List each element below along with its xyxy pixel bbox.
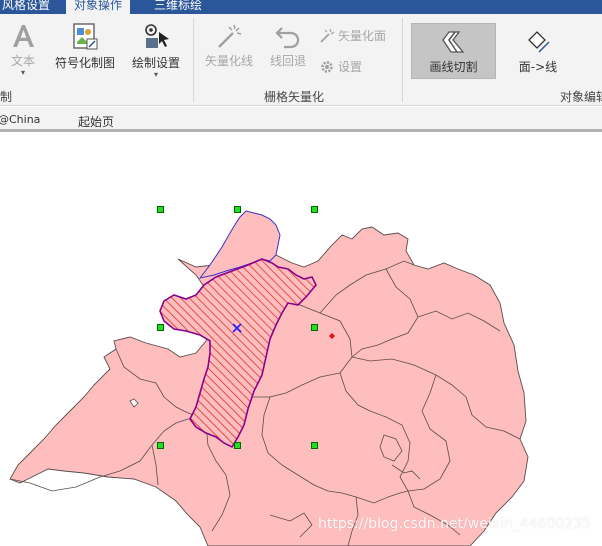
selection-handle[interactable] — [157, 442, 164, 449]
draw-settings-icon — [145, 24, 169, 48]
chevron-down-icon: ▾ — [153, 70, 158, 79]
chevron-down-icon: ▾ — [20, 68, 25, 77]
tab-object-operations[interactable]: 对象操作 — [66, 0, 131, 14]
line-undo-label: 线回退 — [269, 54, 306, 68]
line-cut-label: 画线切割 — [429, 60, 478, 74]
tab-style-settings[interactable]: 风格设置 — [0, 0, 58, 14]
draw-settings-label: 绘制设置 — [131, 56, 180, 70]
selection-handle[interactable] — [157, 206, 164, 213]
tab-3d-plotting[interactable]: 三维标绘 — [146, 0, 210, 14]
line-cut-icon — [441, 31, 464, 53]
selection-handle[interactable] — [311, 442, 318, 449]
raster-settings-button[interactable]: 设置 — [319, 58, 362, 75]
area-to-line-button[interactable]: 面->线 — [504, 28, 572, 75]
magic-wand-icon — [218, 24, 242, 48]
symbolize-icon — [73, 23, 98, 50]
area-to-line-icon — [528, 31, 550, 53]
watermark-text: https://blog.csdn.net/weixin_44600235 — [318, 516, 592, 532]
text-button-label: 文本 — [10, 54, 35, 68]
vectorize-area-button[interactable]: 矢量化面 — [319, 27, 386, 44]
selection-handle[interactable] — [157, 324, 164, 331]
symbolize-map-label: 符号化制图 — [54, 56, 115, 70]
doc-tab-start-page[interactable]: 起始页 — [78, 113, 114, 130]
object-edit-group-label: 对象编辑 — [560, 90, 602, 104]
group-separator — [193, 18, 194, 102]
vectorize-line-button[interactable]: 矢量化线 — [201, 22, 257, 69]
ribbon-tab-strip: 风格设置 对象操作 三维标绘 — [0, 0, 602, 14]
draw-settings-button[interactable]: 绘制设置 ▾ — [127, 22, 185, 79]
gear-icon — [321, 60, 333, 73]
vectorize-area-label: 矢量化面 — [338, 29, 387, 43]
raster-vectorize-group-label: 栅格矢量化 — [264, 90, 325, 104]
text-icon — [13, 25, 34, 47]
group-separator — [402, 18, 403, 102]
selection-handle[interactable] — [311, 206, 318, 213]
document-tab-bar: @China 起始页 — [0, 107, 602, 132]
text-button[interactable]: 文本 ▾ — [8, 22, 38, 77]
map-canvas[interactable]: https://blog.csdn.net/weixin_44600235 — [0, 135, 602, 546]
draw-group-label: 制 — [0, 90, 13, 104]
selection-handle[interactable] — [234, 442, 241, 449]
line-undo-button[interactable]: 线回退 — [266, 22, 310, 69]
selection-handle[interactable] — [311, 324, 318, 331]
selection-handle[interactable] — [234, 206, 241, 213]
map-drawing — [9, 210, 529, 546]
symbolize-map-button[interactable]: 符号化制图 — [51, 22, 119, 71]
vectorize-line-label: 矢量化线 — [204, 54, 253, 68]
undo-icon — [275, 27, 300, 49]
doc-tab-china[interactable]: @China — [0, 113, 40, 126]
line-cut-button[interactable]: 画线切割 — [411, 28, 496, 75]
magic-wand-small-icon — [320, 28, 335, 43]
ribbon: 文本 ▾ 符号化制图 绘制设置 ▾ 制 矢量化线 线回退 矢量化面 设置 栅格矢… — [0, 14, 602, 106]
area-to-line-label: 面->线 — [518, 60, 558, 74]
raster-settings-label: 设置 — [338, 60, 363, 74]
